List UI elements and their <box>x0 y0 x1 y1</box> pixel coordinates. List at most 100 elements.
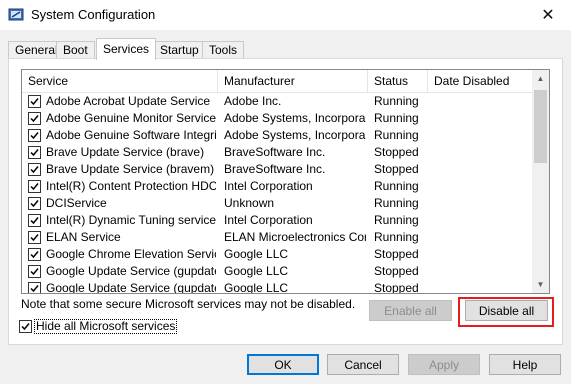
ok-button[interactable]: OK <box>247 354 319 375</box>
service-name: Intel(R) Dynamic Tuning service <box>46 213 216 227</box>
check-icon <box>30 217 39 225</box>
service-name: DCIService <box>46 196 107 210</box>
table-row[interactable]: Brave Update Service (bravem) BraveSoftwa… <box>22 161 532 178</box>
date-disabled <box>434 161 530 178</box>
manufacturer-name: Google LLC <box>224 264 289 278</box>
table-row[interactable]: Google Update Service (gupdatem) Google L… <box>22 280 532 294</box>
manufacturer-name: Intel Corporation <box>224 213 313 227</box>
service-status: Running <box>374 111 419 125</box>
window-title: System Configuration <box>31 7 156 22</box>
hide-microsoft-checkbox[interactable] <box>19 320 32 333</box>
list-header: Service Manufacturer Status Date Disable… <box>22 70 532 93</box>
manufacturer-name: ELAN Microelectronics Corp. <box>224 230 366 244</box>
service-name: Brave Update Service (brave) <box>46 145 205 159</box>
service-status: Running <box>374 179 419 193</box>
check-icon <box>30 268 39 276</box>
check-icon <box>30 251 39 259</box>
system-config-icon <box>8 8 24 21</box>
service-checkbox[interactable] <box>28 265 41 278</box>
date-disabled <box>434 144 530 161</box>
table-row[interactable]: Google Update Service (gupdate) Google LL… <box>22 263 532 280</box>
service-status: Running <box>374 196 419 210</box>
manufacturer-name: Unknown <box>224 196 275 210</box>
table-row[interactable]: Adobe Genuine Monitor Service Adobe Syste… <box>22 110 532 127</box>
manufacturer-name: BraveSoftware Inc. <box>224 162 326 176</box>
service-checkbox[interactable] <box>28 95 41 108</box>
scroll-thumb[interactable] <box>534 90 547 163</box>
service-status: Running <box>374 213 419 227</box>
service-name: Google Chrome Elevation Servic... <box>46 247 216 261</box>
services-list[interactable]: Service Manufacturer Status Date Disable… <box>21 69 550 294</box>
check-icon <box>30 285 39 293</box>
service-checkbox[interactable] <box>28 231 41 244</box>
check-icon <box>21 323 30 331</box>
date-disabled <box>434 263 530 280</box>
table-row[interactable]: DCIService Unknown Running <box>22 195 532 212</box>
manufacturer-name: BraveSoftware Inc. <box>224 145 326 159</box>
service-name: Brave Update Service (bravem) <box>46 162 215 176</box>
check-icon <box>30 183 39 191</box>
scroll-down-icon[interactable]: ▼ <box>532 276 549 293</box>
service-checkbox[interactable] <box>28 163 41 176</box>
manufacturer-name: Google LLC <box>224 247 289 261</box>
date-disabled <box>434 110 530 127</box>
service-status: Stopped <box>374 145 419 159</box>
check-icon <box>30 166 39 174</box>
service-status: Running <box>374 94 419 108</box>
service-status: Stopped <box>374 281 419 294</box>
service-status: Running <box>374 128 419 142</box>
close-button[interactable]: ✕ <box>525 0 571 30</box>
service-name: Adobe Acrobat Update Service <box>46 94 211 108</box>
tab-boot[interactable]: Boot <box>56 41 95 59</box>
service-checkbox[interactable] <box>28 180 41 193</box>
check-icon <box>30 200 39 208</box>
service-name: Adobe Genuine Monitor Service <box>46 111 216 125</box>
manufacturer-name: Adobe Systems, Incorpora... <box>224 128 366 142</box>
column-header-status[interactable]: Status <box>368 70 428 92</box>
service-checkbox[interactable] <box>28 197 41 210</box>
service-checkbox[interactable] <box>28 214 41 227</box>
date-disabled <box>434 229 530 246</box>
service-name: Google Update Service (gupdatem) <box>46 281 216 294</box>
hide-microsoft-label[interactable]: Hide all Microsoft services <box>34 319 178 334</box>
title-bar: System Configuration ✕ <box>0 0 571 30</box>
service-checkbox[interactable] <box>28 146 41 159</box>
table-row[interactable]: Intel(R) Dynamic Tuning service Intel Cor… <box>22 212 532 229</box>
column-header-date-disabled[interactable]: Date Disabled <box>428 70 532 92</box>
date-disabled <box>434 127 530 144</box>
date-disabled <box>434 195 530 212</box>
service-checkbox[interactable] <box>28 282 41 293</box>
tab-services[interactable]: Services <box>96 38 157 60</box>
table-row[interactable]: ELAN Service ELAN Microelectronics Corp. R… <box>22 229 532 246</box>
table-row[interactable]: Adobe Genuine Software Integri... Adobe S… <box>22 127 532 144</box>
column-header-manufacturer[interactable]: Manufacturer <box>218 70 368 92</box>
help-button[interactable]: Help <box>489 354 561 375</box>
table-row[interactable]: Intel(R) Content Protection HDC... Intel … <box>22 178 532 195</box>
date-disabled <box>434 280 530 293</box>
tab-startup[interactable]: Startup <box>153 41 206 59</box>
service-status: Stopped <box>374 247 419 261</box>
check-icon <box>30 98 39 106</box>
service-checkbox[interactable] <box>28 129 41 142</box>
manufacturer-name: Google LLC <box>224 281 289 294</box>
service-status: Running <box>374 230 419 244</box>
check-icon <box>30 132 39 140</box>
table-row[interactable]: Google Chrome Elevation Servic... Google … <box>22 246 532 263</box>
check-icon <box>30 115 39 123</box>
close-icon: ✕ <box>541 7 555 24</box>
apply-button[interactable]: Apply <box>408 354 480 375</box>
scroll-up-icon[interactable]: ▲ <box>532 70 549 87</box>
disable-all-highlight <box>458 297 554 327</box>
table-row[interactable]: Adobe Acrobat Update Service Adobe Inc. Ru… <box>22 93 532 110</box>
manufacturer-name: Adobe Systems, Incorpora... <box>224 111 366 125</box>
check-icon <box>30 234 39 242</box>
cancel-button[interactable]: Cancel <box>327 354 399 375</box>
service-checkbox[interactable] <box>28 248 41 261</box>
table-row[interactable]: Brave Update Service (brave) BraveSoftwar… <box>22 144 532 161</box>
tab-tools[interactable]: Tools <box>202 41 245 59</box>
manufacturer-name: Adobe Inc. <box>224 94 282 108</box>
vertical-scrollbar[interactable]: ▲ ▼ <box>532 70 549 293</box>
column-header-service[interactable]: Service <box>22 70 218 92</box>
enable-all-button[interactable]: Enable all <box>369 300 452 321</box>
service-checkbox[interactable] <box>28 112 41 125</box>
